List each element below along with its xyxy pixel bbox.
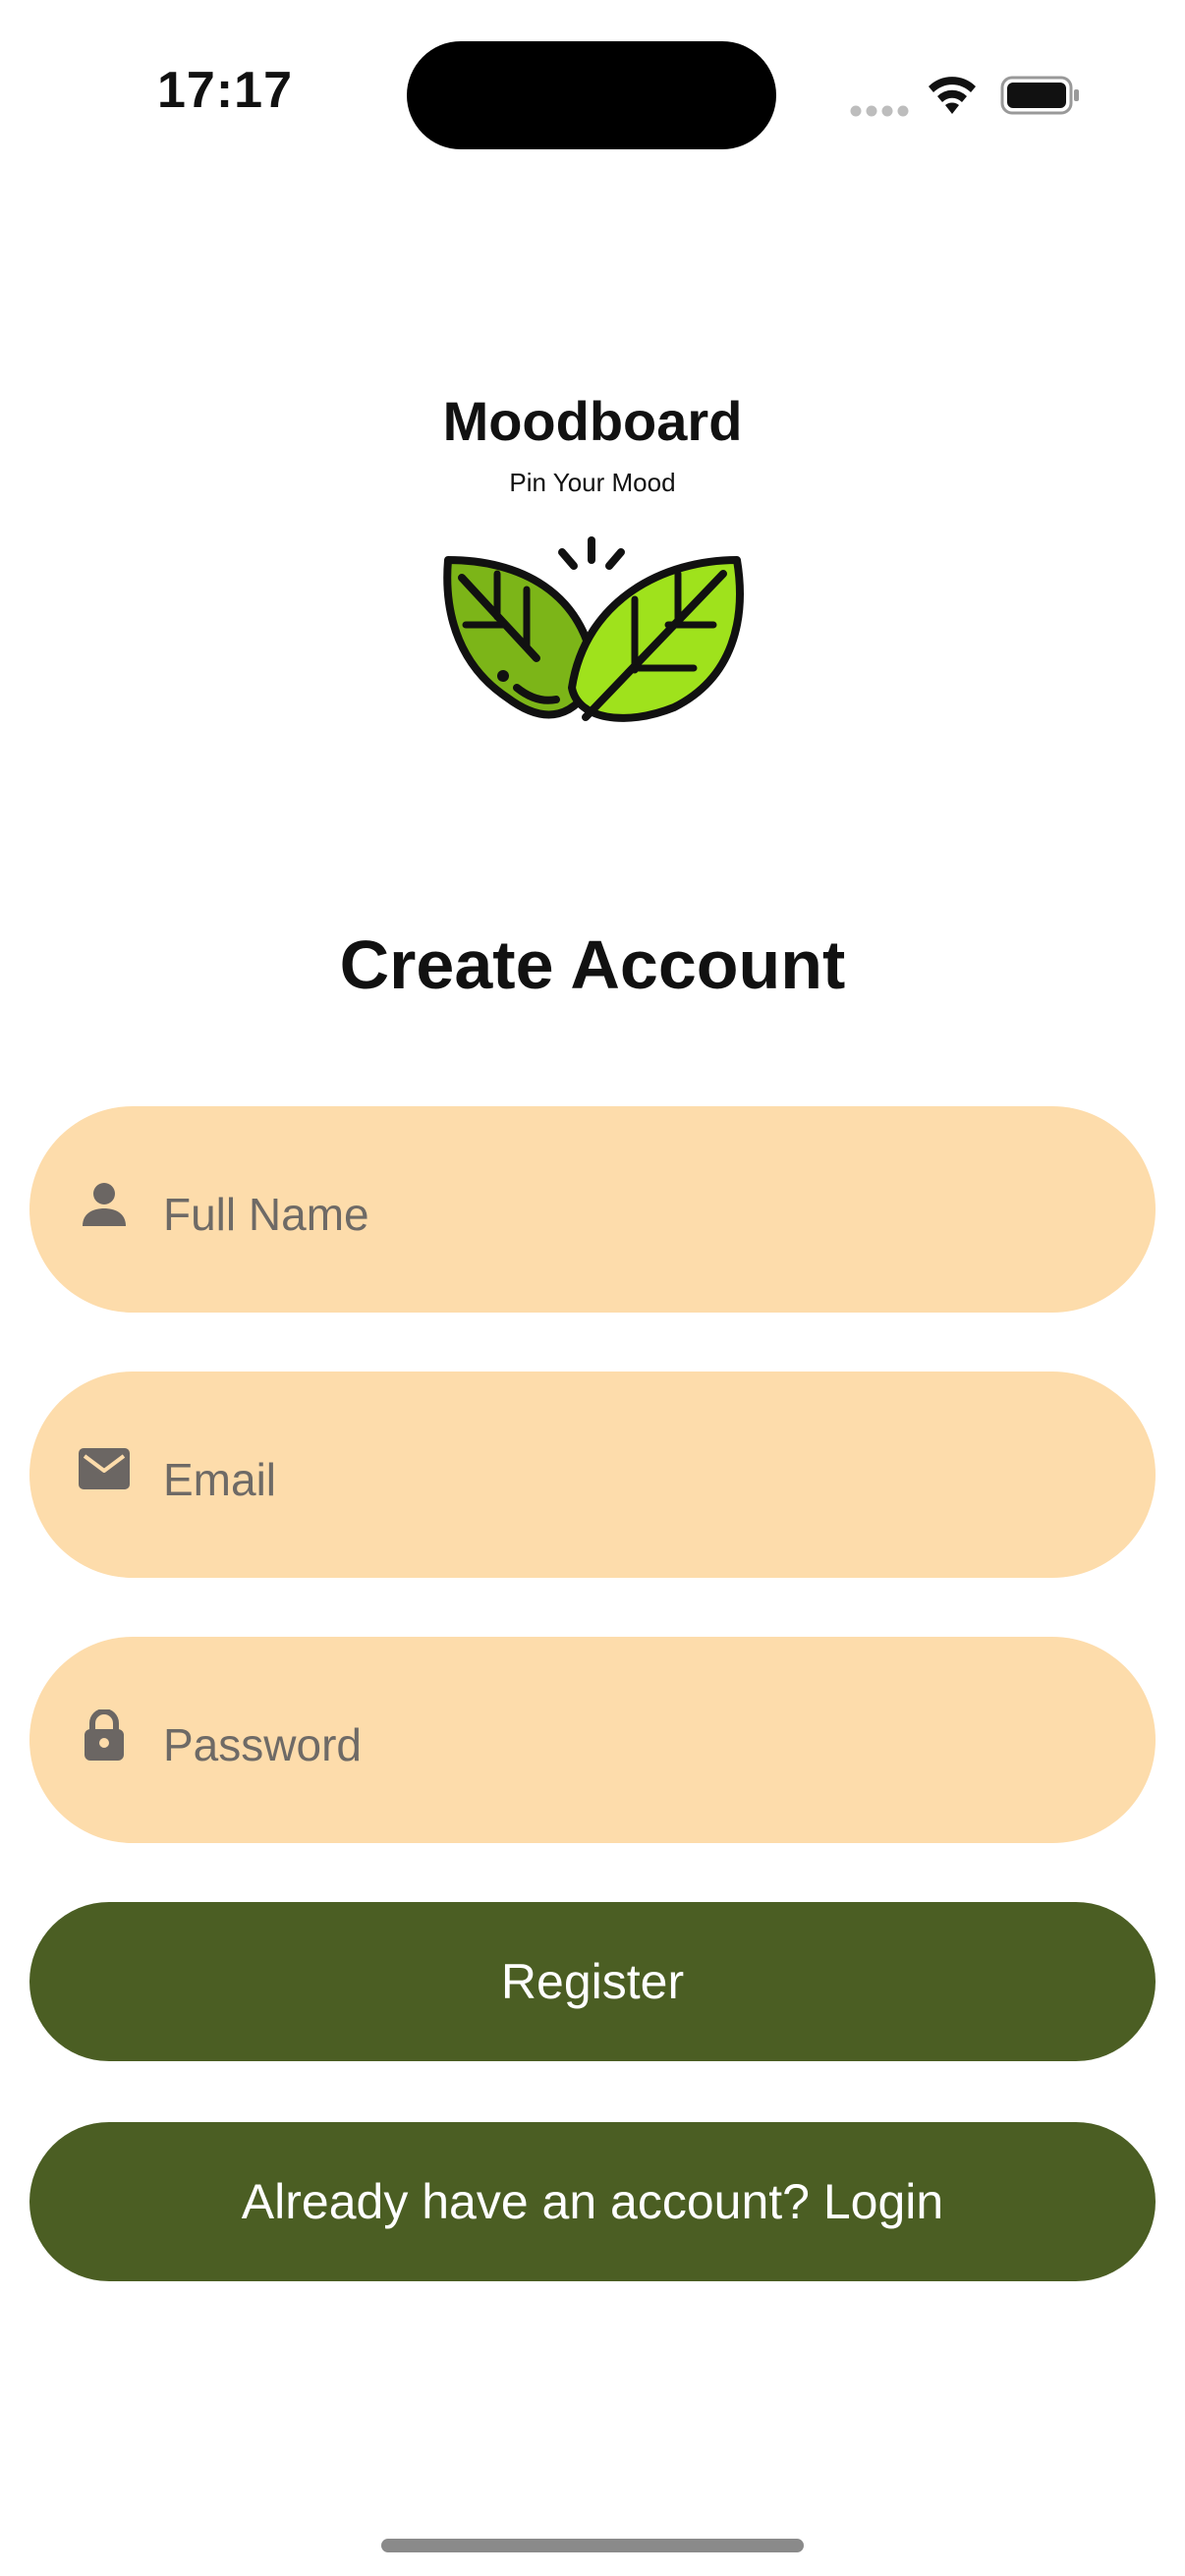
battery-icon: [1000, 76, 1079, 115]
wifi-icon: [929, 77, 976, 114]
envelope-icon: [79, 1448, 130, 1489]
email-input[interactable]: [163, 1430, 1106, 1529]
password-input[interactable]: [163, 1696, 1106, 1794]
password-field[interactable]: [29, 1637, 1156, 1843]
home-indicator[interactable]: [381, 2539, 804, 2552]
full-name-input[interactable]: [163, 1165, 1106, 1263]
full-name-field[interactable]: [29, 1106, 1156, 1313]
register-button[interactable]: Register: [29, 1902, 1156, 2061]
page-title: Create Account: [339, 926, 846, 1003]
status-time: 17:17: [157, 62, 293, 119]
login-link-button[interactable]: Already have an account? Login: [29, 2122, 1156, 2281]
lock-icon: [85, 1709, 124, 1761]
app-tagline: Pin Your Mood: [509, 468, 676, 497]
app-title: Moodboard: [442, 390, 743, 452]
email-field[interactable]: [29, 1372, 1156, 1578]
signal-icon: [850, 105, 909, 117]
leaves-icon: [443, 536, 744, 722]
person-icon: [83, 1183, 126, 1226]
dynamic-island: [407, 41, 776, 149]
